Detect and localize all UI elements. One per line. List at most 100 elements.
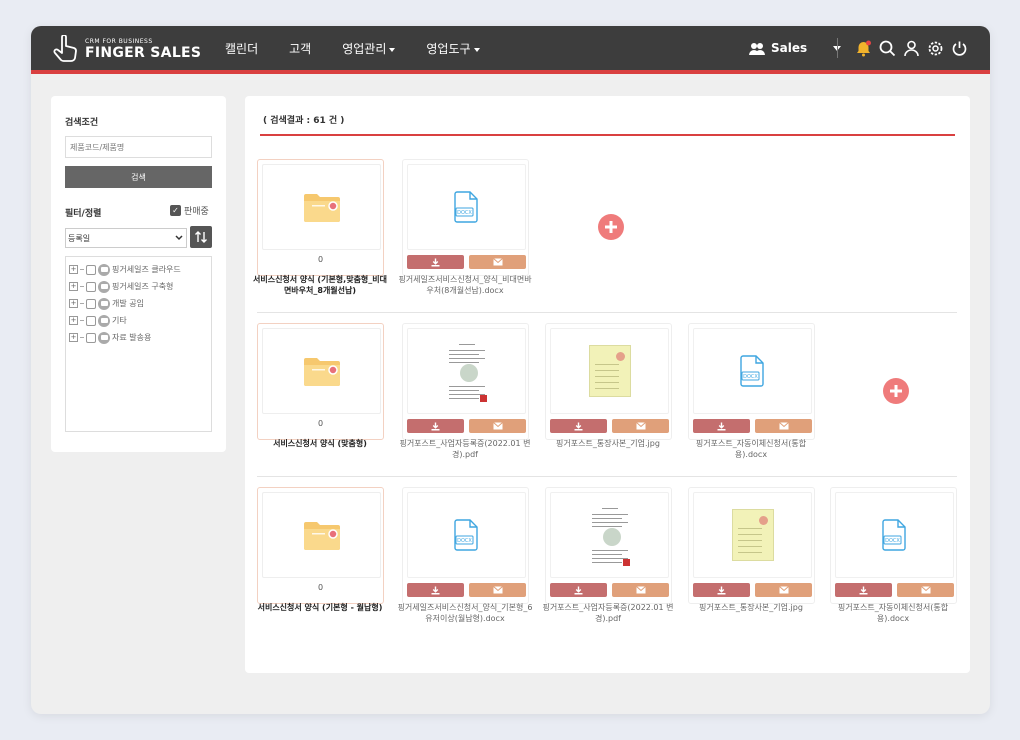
file-name[interactable]: 핑거포스트_자동이체신청서(통합용).docx — [823, 602, 963, 624]
user-icon[interactable] — [903, 40, 920, 57]
tree-item-label: 기타 — [112, 316, 127, 325]
download-button[interactable] — [693, 583, 750, 597]
file-card[interactable]: DOCX — [402, 159, 529, 276]
folder-card[interactable]: 0 — [257, 487, 384, 604]
send-mail-button[interactable] — [897, 583, 954, 597]
expand-icon[interactable]: + — [69, 299, 78, 308]
main-nav: 캘린더 고객 영업관리 영업도구 — [225, 26, 511, 70]
card-thumbnail[interactable] — [693, 492, 812, 578]
tree-item[interactable]: + 기타 — [66, 312, 211, 329]
card-thumbnail[interactable] — [550, 328, 669, 414]
tree-checkbox[interactable] — [86, 298, 96, 309]
expand-icon[interactable]: + — [69, 333, 78, 342]
download-button[interactable] — [407, 255, 464, 269]
add-file-button[interactable] — [598, 214, 624, 240]
download-button[interactable] — [550, 419, 607, 433]
bankbook-preview-image — [588, 345, 631, 397]
sort-select[interactable]: 등록일 — [65, 228, 187, 248]
send-mail-button[interactable] — [469, 419, 526, 433]
logo-subtitle: CRM FOR BUSINESS — [85, 37, 153, 45]
card-thumbnail[interactable]: DOCX — [407, 492, 526, 578]
folder-name[interactable]: 서비스신청서 양식 (기본형,맞춤형_비대면바우처_8개월선납) — [250, 274, 390, 296]
nav-customers[interactable]: 고객 — [289, 40, 311, 57]
expand-icon[interactable]: + — [69, 282, 78, 291]
folder-card[interactable]: 0 — [257, 323, 384, 440]
nav-label: 영업관리 — [342, 41, 387, 56]
tree-checkbox[interactable] — [86, 281, 96, 292]
file-name[interactable]: 핑거포스트_통장사본_기업.jpg — [538, 438, 678, 449]
card-thumbnail[interactable] — [550, 492, 669, 578]
card-thumbnail[interactable]: DOCX — [407, 164, 526, 250]
expand-icon[interactable]: + — [69, 316, 78, 325]
tree-checkbox[interactable] — [86, 332, 96, 343]
tree-item[interactable]: + 핑거세일즈 클라우드 — [66, 261, 211, 278]
header-accent-line — [31, 70, 990, 74]
tree-checkbox[interactable] — [86, 264, 96, 275]
file-name[interactable]: 핑거포스트_통장사본_기업.jpg — [681, 602, 821, 613]
file-name[interactable]: 핑거포스트_사업자등록증(2022.01 변경).pdf — [538, 602, 678, 624]
file-name[interactable]: 핑거포스트_자동이체신청서(통합용).docx — [681, 438, 821, 460]
file-card[interactable]: DOCX — [402, 487, 529, 604]
file-name[interactable]: 핑거세일즈서비스신청서_양식_비대면바우처(8개월선납).docx — [395, 274, 535, 296]
logo-title: FINGER SALES — [85, 44, 202, 61]
file-card[interactable] — [688, 487, 815, 604]
bankbook-preview-image — [731, 509, 774, 561]
nav-sales-management[interactable]: 영업관리 — [342, 40, 396, 57]
search-button[interactable]: 검색 — [65, 166, 212, 188]
mail-icon — [492, 586, 503, 594]
expand-icon[interactable]: + — [69, 265, 78, 274]
folder-icon — [98, 314, 110, 327]
send-mail-button[interactable] — [755, 583, 812, 597]
tree-item[interactable]: + 자료 발송용 — [66, 329, 211, 346]
download-button[interactable] — [407, 583, 464, 597]
nav-sales-tools[interactable]: 영업도구 — [426, 40, 480, 57]
search-icon[interactable] — [879, 40, 896, 57]
card-actions — [550, 419, 669, 433]
file-name[interactable]: 핑거포스트_사업자등록증(2022.01 변경).pdf — [395, 438, 535, 460]
send-mail-button[interactable] — [755, 419, 812, 433]
file-card[interactable] — [545, 323, 672, 440]
tree-checkbox[interactable] — [86, 315, 96, 326]
add-file-button[interactable] — [883, 378, 909, 404]
card-thumbnail[interactable]: DOCX — [693, 328, 812, 414]
app-logo[interactable]: CRM FOR BUSINESS FINGER SALES — [53, 35, 201, 63]
card-thumbnail[interactable] — [262, 492, 381, 578]
download-button[interactable] — [693, 419, 750, 433]
send-mail-button[interactable] — [612, 583, 669, 597]
file-name[interactable]: 핑거세일즈서비스신청서_양식_기본형_6유저이상(월납형).docx — [395, 602, 535, 624]
card-thumbnail[interactable] — [407, 328, 526, 414]
file-card[interactable]: DOCX — [830, 487, 957, 604]
card-actions — [693, 419, 812, 433]
nav-calendar[interactable]: 캘린더 — [225, 40, 258, 57]
send-mail-button[interactable] — [469, 583, 526, 597]
file-card[interactable] — [402, 323, 529, 440]
download-button[interactable] — [407, 419, 464, 433]
docx-file-icon: DOCX — [453, 191, 478, 223]
folder-card[interactable]: 0 — [257, 159, 384, 276]
download-button[interactable] — [835, 583, 892, 597]
send-mail-button[interactable] — [612, 419, 669, 433]
bell-icon[interactable] — [855, 40, 872, 57]
folder-name[interactable]: 서비스신청서 양식 (맞춤형) — [250, 438, 390, 449]
tree-item[interactable]: + 개발 공임 — [66, 295, 211, 312]
product-search-input[interactable] — [65, 136, 212, 158]
gear-icon[interactable] — [927, 40, 944, 57]
sort-order-button[interactable] — [190, 226, 212, 248]
file-card[interactable]: DOCX — [688, 323, 815, 440]
folder-name[interactable]: 서비스신청서 양식 (기본형 - 월납형) — [250, 602, 390, 613]
download-button[interactable] — [550, 583, 607, 597]
file-card[interactable] — [545, 487, 672, 604]
send-mail-button[interactable] — [469, 255, 526, 269]
download-icon — [431, 258, 440, 266]
card-thumbnail[interactable] — [262, 328, 381, 414]
card-thumbnail[interactable] — [262, 164, 381, 250]
user-group-label: Sales — [771, 41, 808, 55]
power-icon[interactable] — [951, 40, 968, 57]
tree-item-label: 핑거세일즈 클라우드 — [112, 265, 181, 274]
svg-text:DOCX: DOCX — [457, 210, 472, 216]
download-icon — [574, 422, 583, 430]
user-group-selector[interactable]: Sales — [749, 26, 842, 70]
on-sale-checkbox[interactable]: ✓ 판매중 — [170, 204, 209, 217]
card-thumbnail[interactable]: DOCX — [835, 492, 954, 578]
tree-item[interactable]: + 핑거세일즈 구축형 — [66, 278, 211, 295]
